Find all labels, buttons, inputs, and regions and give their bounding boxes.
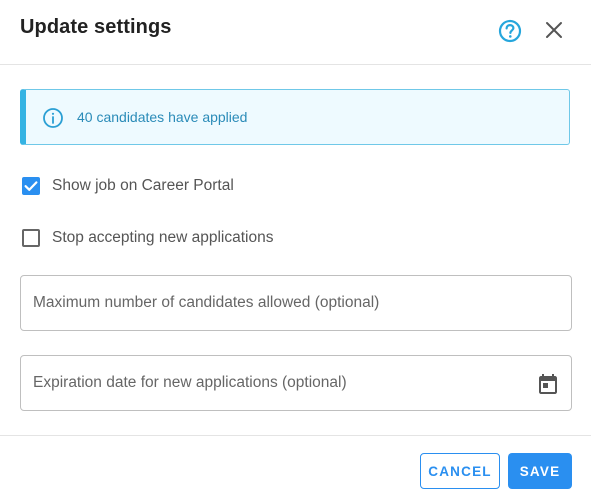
cancel-button[interactable]: CANCEL: [420, 453, 500, 489]
info-circle-icon: [43, 108, 63, 128]
applicants-info-banner: 40 candidates have applied: [20, 89, 570, 145]
calendar-icon[interactable]: [536, 372, 560, 396]
expiration-date-field[interactable]: [20, 355, 572, 411]
max-candidates-input[interactable]: [21, 276, 571, 330]
dialog-header: Update settings: [0, 0, 591, 65]
checkmark-icon: [24, 181, 38, 191]
stop-accepting-checkbox[interactable]: [22, 229, 40, 247]
close-icon: [546, 22, 562, 38]
info-text: 40 candidates have applied: [77, 109, 248, 125]
close-button[interactable]: [542, 18, 566, 42]
help-button[interactable]: [497, 18, 523, 44]
stop-accepting-label: Stop accepting new applications: [52, 229, 274, 246]
save-button[interactable]: SAVE: [508, 453, 572, 489]
dialog-footer: CANCEL SAVE: [0, 435, 591, 500]
help-circle-icon: [498, 19, 522, 43]
update-settings-dialog: Update settings 40 candidates have appli…: [0, 0, 591, 499]
dialog-title: Update settings: [20, 16, 172, 38]
show-on-portal-checkbox[interactable]: [22, 177, 40, 195]
max-candidates-field[interactable]: [20, 275, 572, 331]
show-on-portal-label: Show job on Career Portal: [52, 177, 234, 194]
expiration-date-input[interactable]: [21, 356, 571, 410]
